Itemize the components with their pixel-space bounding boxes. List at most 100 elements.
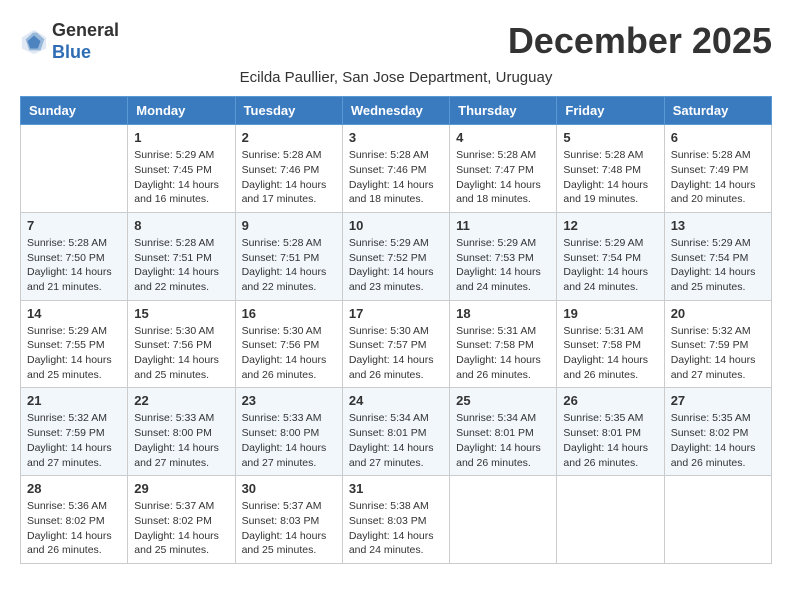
calendar-cell: 10 Sunrise: 5:29 AM Sunset: 7:52 PM Dayli…: [342, 212, 449, 300]
calendar-cell: 15 Sunrise: 5:30 AM Sunset: 7:56 PM Dayli…: [128, 300, 235, 388]
calendar-cell: 22Sunrise: 5:33 AM Sunset: 8:00 PM Dayli…: [128, 388, 235, 476]
calendar-cell: 24 Sunrise: 5:34 AM Sunset: 8:01 PM Dayli…: [342, 388, 449, 476]
calendar-cell: 25 Sunrise: 5:34 AM Sunset: 8:01 PM Dayli…: [450, 388, 557, 476]
day-number: 3: [349, 130, 443, 145]
day-number: 16: [242, 306, 336, 321]
day-info: Sunrise: 5:30 AM Sunset: 7:56 PM Dayligh…: [242, 324, 336, 383]
calendar-week-row: 28 Sunrise: 5:36 AM Sunset: 8:02 PM Dayli…: [21, 476, 772, 564]
logo-blue-text: Blue: [52, 42, 119, 64]
day-info: Sunrise: 5:35 AM Sunset: 8:01 PM Dayligh…: [563, 411, 657, 470]
day-number: 2: [242, 130, 336, 145]
day-info: Sunrise: 5:32 AM Sunset: 7:59 PM Dayligh…: [27, 411, 121, 470]
day-info: Sunrise: 5:29 AM Sunset: 7:45 PM Dayligh…: [134, 148, 228, 207]
calendar-cell: 23Sunrise: 5:33 AM Sunset: 8:00 PM Dayli…: [235, 388, 342, 476]
calendar-cell: 17 Sunrise: 5:30 AM Sunset: 7:57 PM Dayli…: [342, 300, 449, 388]
day-info: Sunrise: 5:30 AM Sunset: 7:57 PM Dayligh…: [349, 324, 443, 383]
calendar-cell: 2 Sunrise: 5:28 AM Sunset: 7:46 PM Daylig…: [235, 125, 342, 213]
day-number: 4: [456, 130, 550, 145]
calendar-cell: 21 Sunrise: 5:32 AM Sunset: 7:59 PM Dayli…: [21, 388, 128, 476]
day-number: 8: [134, 218, 228, 233]
day-info: Sunrise: 5:29 AM Sunset: 7:54 PM Dayligh…: [671, 236, 765, 295]
calendar-cell: 18 Sunrise: 5:31 AM Sunset: 7:58 PM Dayli…: [450, 300, 557, 388]
calendar-cell: 5 Sunrise: 5:28 AM Sunset: 7:48 PM Daylig…: [557, 125, 664, 213]
calendar-cell: 26 Sunrise: 5:35 AM Sunset: 8:01 PM Dayli…: [557, 388, 664, 476]
weekday-header-monday: Monday: [128, 97, 235, 125]
weekday-header-friday: Friday: [557, 97, 664, 125]
calendar-cell: 3Sunrise: 5:28 AM Sunset: 7:46 PM Daylig…: [342, 125, 449, 213]
day-number: 7: [27, 218, 121, 233]
day-number: 17: [349, 306, 443, 321]
day-info: Sunrise: 5:31 AM Sunset: 7:58 PM Dayligh…: [456, 324, 550, 383]
day-info: Sunrise: 5:28 AM Sunset: 7:51 PM Dayligh…: [134, 236, 228, 295]
day-info: Sunrise: 5:33 AM Sunset: 8:00 PM Dayligh…: [242, 411, 336, 470]
day-number: 11: [456, 218, 550, 233]
day-number: 21: [27, 393, 121, 408]
day-info: Sunrise: 5:29 AM Sunset: 7:53 PM Dayligh…: [456, 236, 550, 295]
day-number: 6: [671, 130, 765, 145]
day-info: Sunrise: 5:34 AM Sunset: 8:01 PM Dayligh…: [349, 411, 443, 470]
day-info: Sunrise: 5:28 AM Sunset: 7:51 PM Dayligh…: [242, 236, 336, 295]
day-info: Sunrise: 5:37 AM Sunset: 8:03 PM Dayligh…: [242, 499, 336, 558]
day-info: Sunrise: 5:38 AM Sunset: 8:03 PM Dayligh…: [349, 499, 443, 558]
calendar-cell: 20 Sunrise: 5:32 AM Sunset: 7:59 PM Dayli…: [664, 300, 771, 388]
day-info: Sunrise: 5:28 AM Sunset: 7:50 PM Dayligh…: [27, 236, 121, 295]
day-info: Sunrise: 5:36 AM Sunset: 8:02 PM Dayligh…: [27, 499, 121, 558]
logo-icon: [20, 28, 48, 56]
calendar-cell: 1Sunrise: 5:29 AM Sunset: 7:45 PM Daylig…: [128, 125, 235, 213]
day-info: Sunrise: 5:29 AM Sunset: 7:54 PM Dayligh…: [563, 236, 657, 295]
calendar-week-row: 14Sunrise: 5:29 AM Sunset: 7:55 PM Dayli…: [21, 300, 772, 388]
day-info: Sunrise: 5:34 AM Sunset: 8:01 PM Dayligh…: [456, 411, 550, 470]
day-number: 13: [671, 218, 765, 233]
day-number: 24: [349, 393, 443, 408]
calendar-cell: [557, 476, 664, 564]
weekday-header-tuesday: Tuesday: [235, 97, 342, 125]
calendar-week-row: 1Sunrise: 5:29 AM Sunset: 7:45 PM Daylig…: [21, 125, 772, 213]
calendar-cell: 9Sunrise: 5:28 AM Sunset: 7:51 PM Daylig…: [235, 212, 342, 300]
calendar-cell: 31 Sunrise: 5:38 AM Sunset: 8:03 PM Dayli…: [342, 476, 449, 564]
calendar-cell: 14Sunrise: 5:29 AM Sunset: 7:55 PM Dayli…: [21, 300, 128, 388]
calendar-cell: 13 Sunrise: 5:29 AM Sunset: 7:54 PM Dayli…: [664, 212, 771, 300]
day-number: 26: [563, 393, 657, 408]
calendar-cell: 11 Sunrise: 5:29 AM Sunset: 7:53 PM Dayli…: [450, 212, 557, 300]
weekday-header-thursday: Thursday: [450, 97, 557, 125]
day-info: Sunrise: 5:28 AM Sunset: 7:49 PM Dayligh…: [671, 148, 765, 207]
day-info: Sunrise: 5:28 AM Sunset: 7:48 PM Dayligh…: [563, 148, 657, 207]
day-number: 5: [563, 130, 657, 145]
month-title: December 2025: [508, 20, 772, 62]
calendar-cell: 28 Sunrise: 5:36 AM Sunset: 8:02 PM Dayli…: [21, 476, 128, 564]
calendar-cell: 8 Sunrise: 5:28 AM Sunset: 7:51 PM Daylig…: [128, 212, 235, 300]
calendar-table: SundayMondayTuesdayWednesdayThursdayFrid…: [20, 96, 772, 564]
weekday-header-wednesday: Wednesday: [342, 97, 449, 125]
day-number: 20: [671, 306, 765, 321]
day-number: 19: [563, 306, 657, 321]
day-info: Sunrise: 5:28 AM Sunset: 7:47 PM Dayligh…: [456, 148, 550, 207]
day-info: Sunrise: 5:29 AM Sunset: 7:52 PM Dayligh…: [349, 236, 443, 295]
day-number: 12: [563, 218, 657, 233]
day-number: 25: [456, 393, 550, 408]
calendar-cell: 30Sunrise: 5:37 AM Sunset: 8:03 PM Dayli…: [235, 476, 342, 564]
day-number: 31: [349, 481, 443, 496]
weekday-header-sunday: Sunday: [21, 97, 128, 125]
day-number: 27: [671, 393, 765, 408]
calendar-cell: [664, 476, 771, 564]
calendar-cell: 4 Sunrise: 5:28 AM Sunset: 7:47 PM Daylig…: [450, 125, 557, 213]
header: General Blue December 2025: [20, 20, 772, 63]
day-number: 10: [349, 218, 443, 233]
day-info: Sunrise: 5:31 AM Sunset: 7:58 PM Dayligh…: [563, 324, 657, 383]
calendar-week-row: 21 Sunrise: 5:32 AM Sunset: 7:59 PM Dayli…: [21, 388, 772, 476]
day-number: 28: [27, 481, 121, 496]
day-info: Sunrise: 5:35 AM Sunset: 8:02 PM Dayligh…: [671, 411, 765, 470]
day-info: Sunrise: 5:28 AM Sunset: 7:46 PM Dayligh…: [242, 148, 336, 207]
day-number: 29: [134, 481, 228, 496]
day-number: 18: [456, 306, 550, 321]
day-info: Sunrise: 5:32 AM Sunset: 7:59 PM Dayligh…: [671, 324, 765, 383]
day-number: 22: [134, 393, 228, 408]
day-info: Sunrise: 5:30 AM Sunset: 7:56 PM Dayligh…: [134, 324, 228, 383]
day-info: Sunrise: 5:37 AM Sunset: 8:02 PM Dayligh…: [134, 499, 228, 558]
weekday-header-saturday: Saturday: [664, 97, 771, 125]
day-number: 15: [134, 306, 228, 321]
day-number: 14: [27, 306, 121, 321]
calendar-cell: [21, 125, 128, 213]
calendar-cell: 6 Sunrise: 5:28 AM Sunset: 7:49 PM Daylig…: [664, 125, 771, 213]
calendar-cell: 12 Sunrise: 5:29 AM Sunset: 7:54 PM Dayli…: [557, 212, 664, 300]
